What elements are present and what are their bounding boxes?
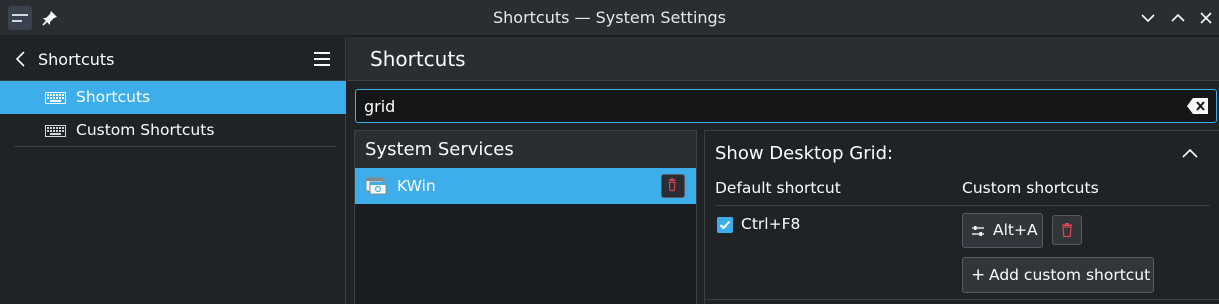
sidebar-header: Shortcuts [0, 37, 346, 81]
back-button-label: Shortcuts [38, 49, 115, 69]
search-input[interactable] [356, 90, 1176, 122]
page-title: Shortcuts [370, 47, 466, 71]
clear-text-icon[interactable] [1186, 96, 1210, 116]
header-divider [715, 205, 1210, 206]
maximize-button[interactable] [1168, 8, 1188, 28]
back-button[interactable]: Shortcuts [14, 47, 114, 71]
close-button[interactable] [1196, 8, 1216, 28]
sidebar-item-label: Shortcuts [76, 88, 151, 106]
add-custom-shortcut-label: Add custom shortcut [989, 266, 1151, 284]
window-titlebar: Shortcuts — System Settings [0, 0, 1219, 36]
list-item-label: KWin [397, 177, 436, 195]
sidebar-item-label: Custom Shortcuts [76, 121, 215, 139]
default-shortcut-checkbox[interactable] [717, 217, 733, 233]
chevron-left-icon [15, 51, 25, 67]
page-header: Shortcuts [347, 37, 1219, 81]
minimize-button[interactable] [1138, 8, 1158, 28]
add-custom-shortcut-button[interactable]: + Add custom shortcut [962, 257, 1154, 293]
trash-icon [1062, 223, 1072, 237]
sidebar-item-custom-shortcuts[interactable]: Custom Shortcuts [0, 114, 346, 147]
custom-shortcut-label: Alt+A [993, 221, 1038, 239]
shortcut-detail-panel: Show Desktop Grid: Default shortcut Cust… [704, 130, 1219, 304]
keyboard-icon [45, 125, 66, 137]
default-shortcut-label: Ctrl+F8 [741, 215, 801, 233]
sidebar-item-shortcuts[interactable]: Shortcuts [0, 81, 346, 114]
custom-shortcuts-header: Custom shortcuts [962, 179, 1099, 197]
sidebar: Shortcuts Shortcuts Custom Shortcuts [0, 37, 346, 304]
trash-icon [668, 178, 676, 192]
keyboard-icon [45, 92, 66, 104]
sliders-icon [972, 226, 984, 236]
remove-custom-shortcut-button[interactable] [1052, 215, 1082, 245]
custom-shortcut-button[interactable]: Alt+A [962, 213, 1043, 248]
main-content: Shortcuts System Services KWin [347, 37, 1219, 304]
kwin-icon [365, 177, 387, 195]
services-list: System Services KWin [354, 130, 697, 304]
window-title: Shortcuts — System Settings [492, 8, 727, 27]
hamburger-menu-icon[interactable] [312, 49, 334, 69]
delete-service-button[interactable] [661, 174, 685, 198]
services-header-label: System Services [365, 139, 514, 160]
search-field[interactable] [355, 89, 1217, 123]
chevron-up-icon[interactable] [1180, 145, 1200, 163]
row-divider [705, 299, 1219, 300]
action-title: Show Desktop Grid: [715, 143, 894, 164]
services-list-header: System Services [355, 131, 696, 168]
plus-icon: + [971, 265, 986, 285]
default-shortcut-header: Default shortcut [715, 179, 841, 197]
list-item-kwin[interactable]: KWin [355, 168, 696, 204]
checkmark-icon [719, 220, 731, 230]
sidebar-divider [14, 146, 336, 147]
